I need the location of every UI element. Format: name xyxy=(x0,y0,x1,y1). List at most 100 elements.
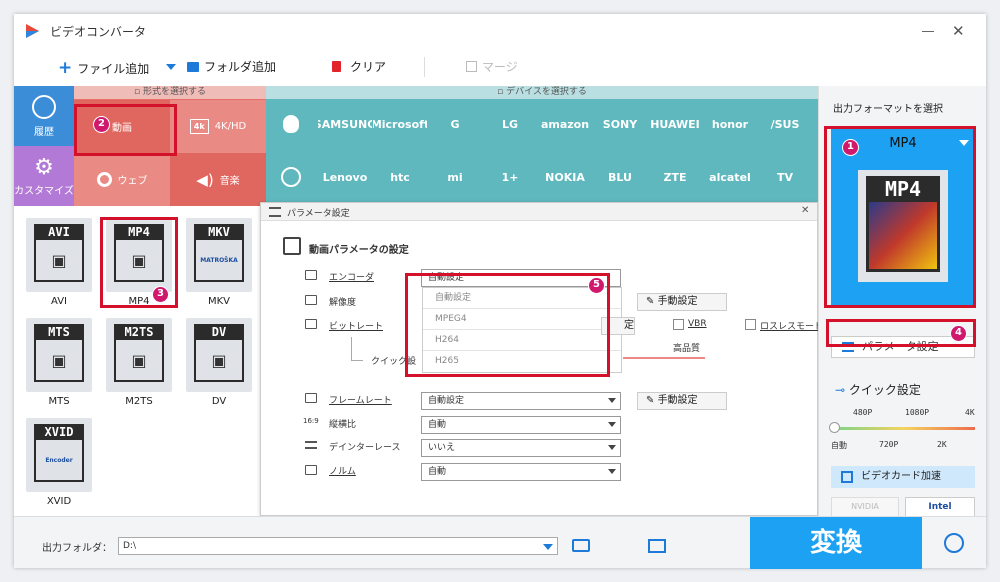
xvid-format-icon: XVID Encoder xyxy=(26,418,92,492)
tab-history[interactable]: 履歴 xyxy=(14,86,74,146)
framerate-icon xyxy=(305,393,317,403)
add-folder-button[interactable]: フォルダ追加 xyxy=(166,58,276,75)
device-row2-5-button[interactable]: BLU xyxy=(593,153,647,201)
badge-3: 3 xyxy=(152,286,169,303)
device-section: ▫ デバイスを選択する SAMSUNGMicrosoftGLGamazonSON… xyxy=(266,86,818,206)
device-row2-3-button[interactable]: 1+ xyxy=(483,153,537,201)
quick-bottom-auto: 自動 xyxy=(831,441,847,450)
badge-2: 2 xyxy=(93,116,110,133)
output-folder-input[interactable]: D:\ xyxy=(118,537,558,555)
encoder-label: エンコーダ xyxy=(329,273,375,283)
convert-button[interactable]: 変換 xyxy=(750,517,922,569)
format-tile-m2ts[interactable]: M2TS ▣ M2TS xyxy=(104,318,174,407)
lossless-checkbox[interactable] xyxy=(745,319,756,330)
dialog-titlebar: パラメータ設定 ✕ xyxy=(261,203,817,221)
device-row2-6-button[interactable]: ZTE xyxy=(648,153,702,201)
badge-5: 5 xyxy=(588,277,605,294)
format-dropdown-icon[interactable] xyxy=(959,140,969,146)
device-row1-1-button[interactable]: Microsoft xyxy=(373,100,427,148)
device-row2-0-button[interactable]: Lenovo xyxy=(318,153,372,201)
device-row1-3-button[interactable]: LG xyxy=(483,100,537,148)
bitrate-manual-button[interactable]: 定 xyxy=(601,317,635,335)
hd-format-button[interactable]: 4k 4K/HD xyxy=(170,100,266,153)
m2ts-format-icon: M2TS ▣ xyxy=(106,318,172,392)
intel-button[interactable]: Intel xyxy=(905,497,975,517)
alarm-clock-icon[interactable] xyxy=(944,533,964,553)
chrome-icon xyxy=(96,172,112,187)
merge-button[interactable]: マージ xyxy=(466,58,518,75)
web-format-button[interactable]: ウェブ xyxy=(74,153,170,206)
device-row1-2-button[interactable]: G xyxy=(428,100,482,148)
folder-dropdown-icon[interactable] xyxy=(543,544,553,550)
open-folder-icon[interactable] xyxy=(572,539,590,552)
apple-icon[interactable] xyxy=(266,100,316,148)
gpu-acceleration-button[interactable]: ビデオカード加速 xyxy=(831,466,975,488)
framerate-manual-button[interactable]: ✎ 手動設定 xyxy=(637,392,727,410)
video-format-button[interactable]: 動画 xyxy=(74,100,170,153)
format-tile-avi[interactable]: AVI ▣ AVI xyxy=(24,218,94,307)
tab-customize-label: カスタマイズ xyxy=(14,185,74,197)
slider-small-icon: ⊸ xyxy=(835,383,846,397)
speaker-icon: ◀) xyxy=(196,170,214,189)
output-format-header: 出力フォーマットを選択 xyxy=(833,104,943,115)
device-row2-8-button[interactable]: TV xyxy=(758,153,812,201)
quality-slider-track[interactable] xyxy=(623,357,705,359)
framerate-select[interactable]: 自動設定 xyxy=(421,392,621,410)
minimize-icon[interactable] xyxy=(922,31,934,32)
encoder-option-mpeg4[interactable]: MPEG4 xyxy=(423,309,621,330)
device-row2-7-button[interactable]: alcatel xyxy=(703,153,757,201)
device-row2-1-button[interactable]: htc xyxy=(373,153,427,201)
format-name: AVI xyxy=(51,296,67,307)
device-section-header: ▫ デバイスを選択する xyxy=(266,86,818,99)
format-name: DV xyxy=(211,396,227,407)
mp4-format-icon: MP4 ▣ xyxy=(106,218,172,292)
tab-customize[interactable]: ⚙ カスタマイズ xyxy=(14,146,74,206)
device-row1-8-button[interactable]: /SUS xyxy=(758,100,812,148)
music-label: 音楽 xyxy=(219,176,240,187)
format-tile-xvid[interactable]: XVID Encoder XVID xyxy=(24,418,94,507)
device-row2-2-button[interactable]: mi xyxy=(428,153,482,201)
bottom-bar: 出力フォルダ： D:\ 変換 xyxy=(14,516,986,569)
close-icon[interactable]: ✕ xyxy=(952,22,965,40)
dv-format-icon: DV ▣ xyxy=(186,318,252,392)
device-row1-7-button[interactable]: honor xyxy=(703,100,757,148)
title-bar: ビデオコンバータ ✕ xyxy=(14,14,986,48)
norm-select[interactable]: 自動 xyxy=(421,463,621,481)
device-row1-6-button[interactable]: HUAWEI xyxy=(648,100,702,148)
device-row1-5-button[interactable]: SONY xyxy=(593,100,647,148)
4k-icon: 4k xyxy=(189,119,209,134)
trash-icon xyxy=(332,61,341,72)
merge-icon xyxy=(466,61,477,72)
encoder-option-h264[interactable]: H264 xyxy=(423,330,621,351)
add-file-label: ファイル追加 xyxy=(77,61,150,76)
format-tile-mkv[interactable]: MKV MATROŠKA MKV xyxy=(184,218,254,307)
format-name: MKV xyxy=(207,296,231,307)
quick-slider-knob[interactable] xyxy=(829,422,840,433)
plus-icon: + xyxy=(58,58,73,78)
device-row2-4-button[interactable]: NOKIA xyxy=(538,153,592,201)
clear-button[interactable]: クリア xyxy=(332,58,386,75)
device-row1-0-button[interactable]: SAMSUNG xyxy=(318,100,372,148)
quick-setting-label: クイック設 xyxy=(371,357,417,367)
tab-history-label: 履歴 xyxy=(34,126,54,138)
video-preview-icon[interactable] xyxy=(648,539,666,553)
motorola-icon[interactable] xyxy=(266,153,316,201)
format-tile-mts[interactable]: MTS ▣ MTS xyxy=(24,318,94,407)
dialog-close-icon[interactable]: ✕ xyxy=(801,205,809,216)
resolution-manual-button[interactable]: ✎ 手動設定 xyxy=(637,293,727,311)
aspect-select[interactable]: 自動 xyxy=(421,416,621,434)
music-format-button[interactable]: ◀) 音楽 xyxy=(170,153,266,206)
parameter-dialog: パラメータ設定 ✕ 動画パラメータの設定 エンコーダ 自動設定 自動設定 MPE… xyxy=(260,202,823,516)
quick-bracket xyxy=(351,337,363,361)
add-file-button[interactable]: + ファイル追加 xyxy=(58,58,149,78)
bitrate-label: ビットレート xyxy=(329,322,384,332)
encoder-option-h265[interactable]: H265 xyxy=(423,351,621,372)
deinterlace-select[interactable]: いいえ xyxy=(421,439,621,457)
vbr-checkbox[interactable] xyxy=(673,319,684,330)
device-row1-4-button[interactable]: amazon xyxy=(538,100,592,148)
badge-1: 1 xyxy=(842,139,859,156)
format-tile-dv[interactable]: DV ▣ DV xyxy=(184,318,254,407)
quick-slider-track[interactable] xyxy=(833,427,975,430)
nvidia-button[interactable]: NVIDIA xyxy=(831,497,899,517)
gpu-label: ビデオカード加速 xyxy=(861,471,941,482)
